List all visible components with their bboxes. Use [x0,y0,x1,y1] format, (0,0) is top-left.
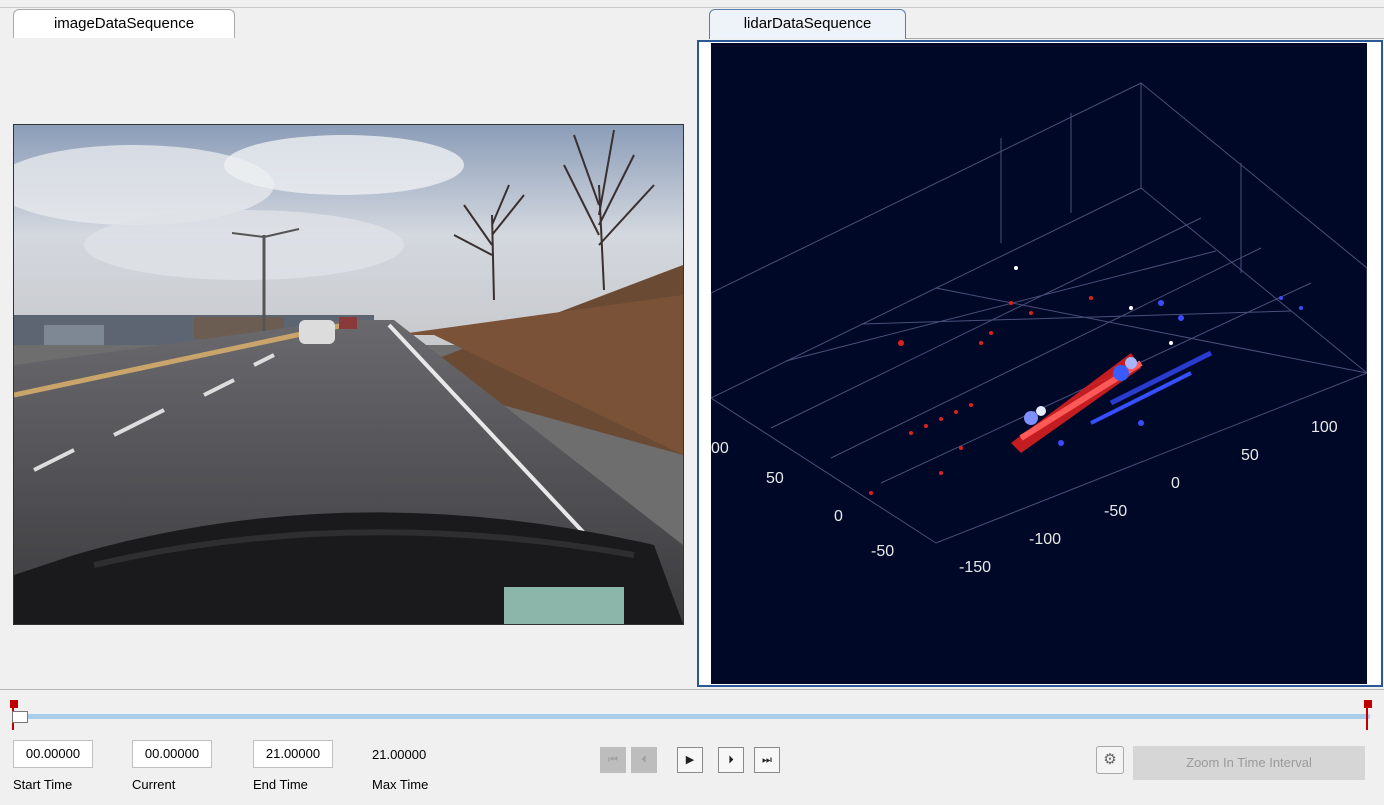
start-time-field[interactable]: 00.00000 [13,740,93,768]
end-time-field[interactable]: 21.00000 [253,740,333,768]
lidar-y-tick-label: -50 [871,543,894,560]
zoom-settings-icon[interactable]: ⚙ [1096,746,1124,774]
lidar-grid [709,82,1368,544]
lidar-point-cloud-plot[interactable]: -150 -100 -50 0 50 100 -50 0 50 00 [709,43,1368,684]
current-time-field[interactable]: 00.00000 [132,740,212,768]
road-scene-illustration [14,125,683,624]
lidar-x-tick-label: 0 [1171,475,1180,492]
lidar-y-tick-label: 0 [834,508,843,525]
lidar-y-tick-label: 00 [711,440,729,457]
skip-to-end-icon[interactable]: ⏭ [754,747,780,773]
zoom-in-time-interval-button[interactable]: Zoom In Time Interval [1133,746,1365,780]
start-time-label: Start Time [13,777,73,792]
lidar-x-tick-label: -50 [1104,503,1127,520]
tab-baseline-right [906,38,1384,39]
current-time-thumb[interactable] [12,711,28,723]
lidar-x-tick-label: 100 [1311,419,1338,436]
lidar-axes: -150 -100 -50 0 50 100 -50 0 50 00 [709,82,1368,576]
max-time-label: Max Time [372,777,429,792]
lidar-x-tick-label: 50 [1241,447,1259,464]
time-slider-track[interactable] [16,714,1370,719]
step-back-icon[interactable]: ⏴ [631,747,657,773]
tab-image-data-sequence[interactable]: imageDataSequence [13,9,235,39]
end-time-label: End Time [253,777,308,792]
lidar-panel: -150 -100 -50 0 50 100 -50 0 50 00 [697,40,1383,687]
play-icon[interactable]: ▶ [677,747,703,773]
max-time-value: 21.00000 [372,747,427,762]
tab-lidar-data-sequence[interactable]: lidarDataSequence [709,9,906,39]
lidar-points [869,266,1303,495]
lidar-x-tick-label: -100 [1029,531,1061,548]
lidar-x-tick-label: -150 [959,559,991,576]
skip-to-start-icon[interactable]: ⏮ [600,747,626,773]
top-divider [0,7,1384,8]
lidar-y-tick-label: 50 [766,470,784,487]
camera-image [13,124,684,625]
end-time-flag[interactable] [1364,700,1372,730]
step-forward-icon[interactable]: ⏵ [718,747,744,773]
timeline-divider [0,689,1384,690]
current-time-label: Current [132,777,176,792]
